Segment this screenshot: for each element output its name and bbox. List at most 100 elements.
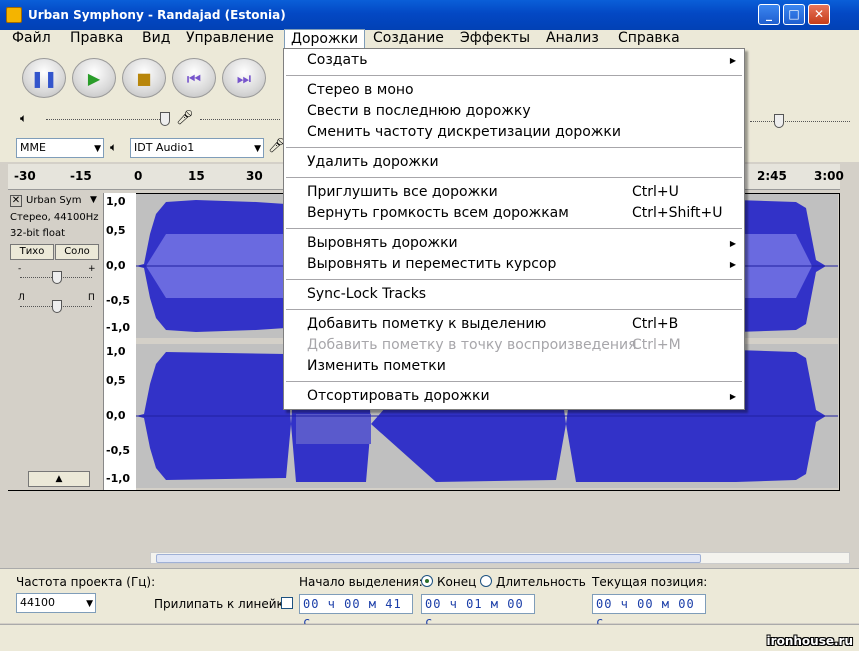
playback-volume-slider[interactable] (46, 119, 168, 120)
track-bitdepth-info: 32-bit float (10, 228, 66, 239)
speed-slider[interactable] (750, 121, 850, 122)
submenu-arrow-icon: ▶ (729, 56, 736, 65)
menu-analyze[interactable]: Анализ (540, 29, 605, 47)
track-menu-chevron-icon[interactable]: ▼ (90, 195, 97, 205)
speaker-icon: 🔈︎ (20, 111, 28, 125)
menu-item-label: Выровнять и переместить курсор (307, 256, 557, 272)
maximize-button[interactable]: □ (783, 4, 805, 25)
tracks-menu-item[interactable]: Изменить пометки (285, 356, 744, 377)
menu-item-label: Свести в последнюю дорожку (307, 103, 531, 119)
selection-start-field[interactable]: 00 ч 00 м 41 с (299, 594, 413, 629)
window-title: Urban Symphony - Randajad (Estonia) (28, 8, 286, 22)
speed-thumb[interactable] (774, 114, 784, 128)
menu-generate[interactable]: Создание (367, 29, 450, 47)
gain-thumb[interactable] (52, 271, 62, 284)
pan-left-label: Л (18, 293, 25, 303)
menu-item-label: Sync-Lock Tracks (307, 286, 427, 302)
skip-to-end-button[interactable]: ⏭ (222, 58, 266, 98)
ruler-tick: 0 (134, 169, 143, 183)
scale-label: 0,5 (106, 374, 126, 387)
play-button[interactable]: ▶ (72, 58, 116, 98)
stop-button[interactable]: ■ (122, 58, 166, 98)
menu-separator (286, 309, 742, 310)
tracks-menu-item[interactable]: Стерео в моно (285, 80, 744, 101)
submenu-arrow-icon: ▶ (729, 260, 736, 269)
menu-item-label: Выровнять дорожки (307, 235, 458, 251)
tracks-menu-item[interactable]: Sync-Lock Tracks (285, 284, 744, 305)
watermark: ironhouse.ru (766, 634, 853, 648)
length-radio[interactable] (480, 575, 492, 587)
track-format-info: Стерео, 44100Hz (10, 212, 99, 223)
menu-bar: Файл Правка Вид Управление Дорожки Созда… (0, 29, 859, 49)
solo-button[interactable]: Соло (55, 244, 99, 260)
scale-label: 1,0 (106, 345, 126, 358)
skip-to-start-button[interactable]: ⏮ (172, 58, 216, 98)
tracks-menu-item[interactable]: Приглушить все дорожки Ctrl+U (285, 182, 744, 203)
chevron-down-icon: ▼ (254, 144, 261, 154)
horizontal-scrollbar[interactable] (150, 552, 850, 564)
audacity-app-icon (6, 7, 22, 23)
tracks-menu-item[interactable]: Добавить пометку к выделению Ctrl+B (285, 314, 744, 335)
project-rate-label: Частота проекта (Гц): (16, 575, 156, 589)
mute-button[interactable]: Тихо (10, 244, 54, 260)
menu-help[interactable]: Справка (612, 29, 686, 47)
collapse-track-up-icon[interactable]: ▲ (28, 471, 90, 487)
menu-view[interactable]: Вид (136, 29, 176, 47)
end-radio[interactable] (421, 575, 433, 587)
tracks-menu-item[interactable]: Выровнять дорожки ▶ (285, 233, 744, 254)
menu-separator (286, 228, 742, 229)
gain-minus-label: - (18, 264, 22, 274)
submenu-arrow-icon: ▶ (729, 239, 736, 248)
selection-start-label: Начало выделения: (299, 575, 423, 589)
menu-separator (286, 279, 742, 280)
menu-tracks[interactable]: Дорожки (284, 29, 366, 49)
close-track-icon[interactable]: ✕ (10, 195, 22, 207)
play-icon: ▶ (87, 69, 101, 88)
track-name-menu[interactable]: Urban Sym (26, 195, 81, 206)
project-rate-select[interactable]: 44100 ▼ (16, 593, 96, 613)
menu-item-shortcut: Ctrl+B (632, 316, 679, 332)
chevron-down-icon: ▼ (86, 599, 93, 609)
tracks-menu-item[interactable]: Сменить частоту дискретизации дорожки (285, 122, 744, 143)
menu-file[interactable]: Файл (6, 29, 57, 47)
pause-button[interactable]: ❚❚ (22, 58, 66, 98)
output-device-value: IDT Audio1 (134, 141, 195, 154)
tracks-menu-item[interactable]: Создать ▶ (285, 50, 744, 71)
snap-to-label: Прилипать к линейке (154, 597, 292, 611)
waveform-quiet-section (296, 414, 371, 444)
pan-right-label: П (88, 293, 95, 303)
pan-thumb[interactable] (52, 300, 62, 313)
snap-to-checkbox[interactable] (281, 597, 293, 609)
close-button[interactable]: ✕ (808, 4, 830, 25)
tracks-menu-item[interactable]: Отсортировать дорожки ▶ (285, 386, 744, 407)
gain-plus-label: + (88, 264, 96, 274)
tracks-menu-item[interactable]: Выровнять и переместить курсор ▶ (285, 254, 744, 275)
submenu-arrow-icon: ▶ (729, 392, 736, 401)
track-control-panel: ✕ Urban Sym ▼ Стерео, 44100Hz 32-bit flo… (8, 193, 104, 490)
menu-separator (286, 177, 742, 178)
project-rate-value: 44100 (20, 596, 55, 609)
selection-end-field[interactable]: 00 ч 01 м 00 с (421, 594, 535, 629)
playback-volume-thumb[interactable] (160, 112, 170, 126)
menu-edit[interactable]: Правка (64, 29, 129, 47)
menu-item-label: Вернуть громкость всем дорожкам (307, 205, 569, 221)
tracks-menu-item[interactable]: Вернуть громкость всем дорожкам Ctrl+Shif… (285, 203, 744, 224)
tracks-menu-item[interactable]: Удалить дорожки (285, 152, 744, 173)
menu-transport[interactable]: Управление (180, 29, 280, 47)
scale-label: 0,5 (106, 224, 126, 237)
audio-host-value: MME (20, 141, 46, 154)
menu-item-label: Приглушить все дорожки (307, 184, 498, 200)
audio-host-select[interactable]: MME ▼ (16, 138, 104, 158)
tracks-menu-item[interactable]: Свести в последнюю дорожку (285, 101, 744, 122)
record-volume-slider[interactable] (200, 119, 280, 120)
scrollbar-thumb[interactable] (156, 554, 701, 563)
scale-label: 0,0 (106, 409, 126, 422)
menu-item-shortcut: Ctrl+M (632, 337, 681, 353)
audio-position-field[interactable]: 00 ч 00 м 00 с (592, 594, 706, 629)
output-device-select[interactable]: IDT Audio1 ▼ (130, 138, 264, 158)
ruler-tick: -30 (14, 169, 36, 183)
skip-end-icon: ⏭ (236, 69, 252, 88)
scale-label: -0,5 (106, 444, 131, 457)
minimize-button[interactable]: _ (758, 4, 780, 25)
menu-effects[interactable]: Эффекты (454, 29, 536, 47)
